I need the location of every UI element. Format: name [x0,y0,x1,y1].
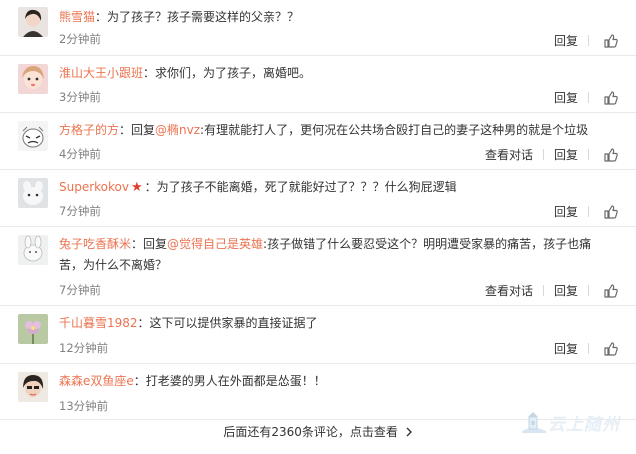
comment-body: ：求你们，为了孩子，离婚吧。 [143,66,312,80]
vip-badge-icon[interactable]: ★ [131,180,143,195]
comment-body: ：回复 [131,237,168,251]
comment-text: 森森e双鱼座e：打老婆的男人在外面都是怂蛋！！ [59,371,606,392]
comment-text: 方格子的方：回复@椭nvz:有理就能打人了，更何况在公共场合殴打自己的妻子这种男… [59,120,606,141]
comment-body: ：打老婆的男人在外面都是怂蛋！！ [133,374,326,388]
comment-username[interactable]: 千山暮雪1982 [59,316,138,330]
comment-list: 熊雪猫：为了孩子？孩子需要这样的父亲？？ 2分钟前 回复 淮山大王小跟班：求你们… [0,0,636,420]
comment-username[interactable]: Superkokov [59,180,129,194]
comment-actions: 查看对话 回复 [485,146,618,163]
comment-actions: 回复 [554,89,618,106]
comment-body: ：回复 [119,123,156,137]
comment-username[interactable]: 熊雪猫 [59,10,95,24]
avatar[interactable] [18,121,48,151]
comment-time: 12分钟前 [59,341,109,355]
like-button[interactable] [599,147,618,162]
reply-button[interactable]: 回复 [554,146,578,163]
divider [542,285,544,296]
divider [588,285,589,296]
like-icon [604,147,618,162]
comment-text: 熊雪猫：为了孩子？孩子需要这样的父亲？？ [59,7,606,28]
comment-item: 千山暮雪1982：这下可以提供家暴的直接证据了 12分钟前 回复 [0,306,636,364]
comment-actions: 回复 [554,32,618,49]
comment-username[interactable]: 淮山大王小跟班 [59,66,143,80]
comment-time: 13分钟前 [59,399,109,413]
reply-button[interactable]: 回复 [554,282,578,299]
comment-time: 4分钟前 [59,147,101,161]
divider [588,343,589,354]
like-button[interactable] [599,204,618,219]
comment-item: 方格子的方：回复@椭nvz:有理就能打人了，更何况在公共场合殴打自己的妻子这种男… [0,113,636,170]
comment-actions: 查看对话 回复 [485,282,618,299]
avatar[interactable] [18,235,48,265]
divider [588,35,589,46]
avatar[interactable] [18,178,48,208]
comment-body: :有理就能打人了，更何况在公共场合殴打自己的妻子这种男的就是个垃圾 [200,123,589,137]
comment-time: 2分钟前 [59,32,101,46]
avatar[interactable] [18,64,48,94]
comment-time: 7分钟前 [59,283,101,297]
reply-button[interactable]: 回复 [554,32,578,49]
comment-item: 熊雪猫：为了孩子？孩子需要这样的父亲？？ 2分钟前 回复 [0,0,636,56]
comment-text: 兔子吃香酥米：回复@觉得自己是英雄:孩子做错了什么要忍受这个？明明遭受家暴的痛苦… [59,234,606,276]
comment-time: 3分钟前 [59,90,101,104]
comment-body: ：这下可以提供家暴的直接证据了 [137,316,318,330]
watermark-text: 云上随州 [548,415,620,435]
like-button[interactable] [599,33,618,48]
view-conversation-button[interactable]: 查看对话 [485,146,533,163]
avatar[interactable] [18,314,48,344]
divider [588,92,589,103]
like-icon [604,90,618,105]
like-icon [604,33,618,48]
like-icon [604,283,618,298]
comment-body: ：为了孩子？孩子需要这样的父亲？？ [95,10,300,24]
avatar[interactable] [18,7,48,37]
divider [588,206,589,217]
comment-text: 淮山大王小跟班：求你们，为了孩子，离婚吧。 [59,63,606,84]
comment-text: 千山暮雪1982：这下可以提供家暴的直接证据了 [59,313,606,334]
comment-item: Superkokov ★ ：为了孩子不能离婚，死了就能好过了？？？什么狗屁逻辑 7分… [0,170,636,227]
reply-button[interactable]: 回复 [554,203,578,220]
like-icon [604,204,618,219]
reply-button[interactable]: 回复 [554,340,578,357]
comment-item: 兔子吃香酥米：回复@觉得自己是英雄:孩子做错了什么要忍受这个？明明遭受家暴的痛苦… [0,227,636,306]
comment-actions: 回复 [554,340,618,357]
reply-button[interactable]: 回复 [554,89,578,106]
comment-text: Superkokov ★ ：为了孩子不能离婚，死了就能好过了？？？什么狗屁逻辑 [59,177,606,198]
view-conversation-button[interactable]: 查看对话 [485,282,533,299]
like-button[interactable] [599,341,618,356]
comment-body: ：为了孩子不能离婚，死了就能好过了？？？什么狗屁逻辑 [144,180,457,194]
comment-username[interactable]: 森森e双鱼座e [59,374,134,388]
watermark: 云上随州 [520,410,620,435]
comment-item: 淮山大王小跟班：求你们，为了孩子，离婚吧。 3分钟前 回复 [0,56,636,113]
divider [542,149,544,160]
mention-link[interactable]: @觉得自己是英雄 [167,237,263,251]
comment-time: 7分钟前 [59,204,101,218]
like-button[interactable] [599,283,618,298]
comment-username[interactable]: 方格子的方 [59,123,119,137]
divider [588,149,589,160]
chevron-right-icon [406,427,412,437]
avatar[interactable] [18,372,48,402]
comment-username[interactable]: 兔子吃香酥米 [59,237,131,251]
like-button[interactable] [599,90,618,105]
comment-actions: 回复 [554,203,618,220]
like-icon [604,341,618,356]
mention-link[interactable]: @椭nvz [155,123,200,137]
city-logo-icon [522,411,546,433]
more-comments-text[interactable]: 后面还有2360条评论，点击查看 [223,425,398,439]
